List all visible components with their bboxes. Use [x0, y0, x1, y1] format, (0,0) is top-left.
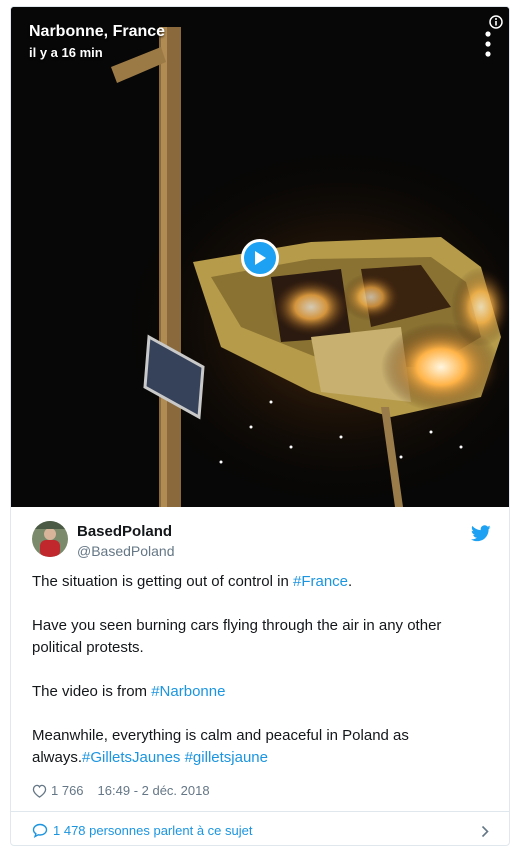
- conversation-link[interactable]: 1 478 personnes parlent à ce sujet: [32, 823, 252, 838]
- avatar[interactable]: [32, 521, 68, 557]
- play-button[interactable]: [241, 239, 279, 277]
- author-handle[interactable]: @BasedPoland: [77, 543, 175, 559]
- embedded-tweet-card: Narbonne, France il y a 16 min BasedPola…: [10, 6, 510, 846]
- snap-location: Narbonne, France: [29, 23, 166, 40]
- more-vertical-icon[interactable]: [485, 31, 491, 57]
- speech-bubble-icon: [32, 823, 48, 838]
- divider: [11, 811, 509, 812]
- hashtag-gilletsjaune[interactable]: #gilletsjaune: [185, 749, 268, 766]
- info-icon[interactable]: [489, 15, 503, 29]
- tweet-paragraph-1: The situation is getting out of control …: [32, 573, 353, 590]
- snap-time-ago: il y a 16 min: [29, 45, 103, 60]
- tweet-paragraph-3: The video is from #Narbonne: [32, 683, 226, 700]
- tweet-timestamp[interactable]: 16:49 - 2 déc. 2018: [98, 783, 210, 798]
- twitter-bird-icon[interactable]: [471, 525, 491, 542]
- chevron-right-icon[interactable]: [481, 825, 489, 838]
- hashtag-gilletsjaunes[interactable]: #GilletsJaunes: [82, 749, 180, 766]
- hashtag-narbonne[interactable]: #Narbonne: [151, 683, 225, 700]
- tweet-meta: 1 766 16:49 - 2 déc. 2018: [32, 783, 210, 798]
- tweet-paragraph-2: Have you seen burning cars flying throug…: [32, 617, 442, 656]
- play-icon: [255, 251, 266, 265]
- conversation-text: 1 478 personnes parlent à ce sujet: [53, 823, 253, 838]
- like-count[interactable]: 1 766: [51, 783, 84, 798]
- tweet-text: The situation is getting out of control …: [32, 571, 494, 769]
- video-player[interactable]: Narbonne, France il y a 16 min: [11, 7, 509, 507]
- tweet-paragraph-4: Meanwhile, everything is calm and peacef…: [32, 727, 409, 766]
- hashtag-france[interactable]: #France: [293, 573, 348, 590]
- heart-icon[interactable]: [32, 784, 47, 798]
- author-name[interactable]: BasedPoland: [77, 523, 172, 540]
